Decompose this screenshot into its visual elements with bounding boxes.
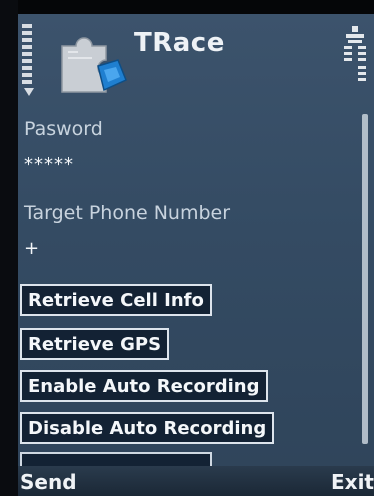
send-softkey[interactable]: Send [20, 470, 77, 494]
target-phone-label: Target Phone Number [24, 202, 231, 224]
puzzle-piece-icon [58, 26, 130, 98]
scrollbar[interactable] [362, 114, 368, 444]
app-screen: TRace Pasword ***** Target Phone Number … [18, 14, 374, 496]
enable-auto-recording-button[interactable]: Enable Auto Recording [20, 370, 268, 402]
target-phone-field[interactable]: + [24, 238, 40, 259]
left-bezel [0, 0, 18, 496]
signal-strength-icon [22, 24, 40, 104]
disable-auto-recording-button[interactable]: Disable Auto Recording [20, 412, 275, 444]
password-label: Pasword [24, 118, 103, 140]
next-action-button[interactable] [20, 452, 212, 466]
softkey-bar: Send Exit [18, 466, 374, 496]
password-field[interactable]: ***** [24, 154, 74, 175]
retrieve-gps-button[interactable]: Retrieve GPS [20, 328, 170, 360]
exit-softkey[interactable]: Exit [331, 470, 374, 494]
app-title: TRace [134, 28, 225, 58]
network-status-icon [342, 26, 368, 84]
retrieve-cell-info-button[interactable]: Retrieve Cell Info [20, 284, 212, 316]
